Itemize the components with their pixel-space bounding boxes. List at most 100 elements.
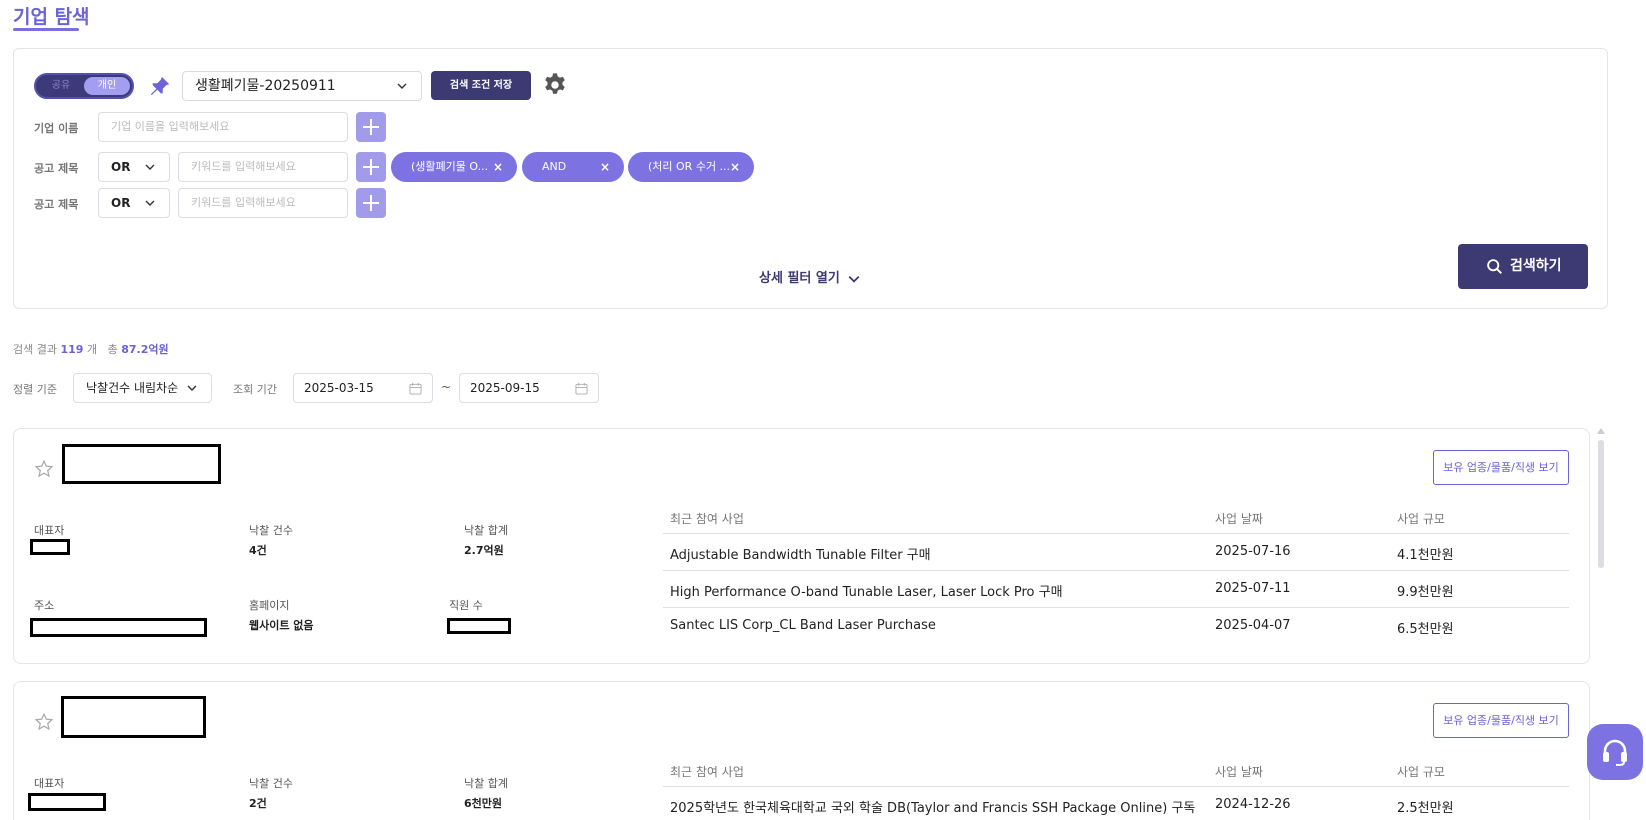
holdings-button[interactable]: 보유 업종/물품/직생 보기 bbox=[1433, 450, 1569, 485]
end-date-field[interactable]: 2025-09-15 bbox=[459, 373, 599, 403]
representative-label: 대표자 bbox=[34, 777, 65, 790]
redacted-address bbox=[30, 618, 207, 637]
recent-project-title: Santec LIS Corp_CL Band Laser Purchase bbox=[670, 618, 936, 633]
scrollbar-thumb[interactable] bbox=[1598, 440, 1604, 568]
representative-label: 대표자 bbox=[34, 524, 65, 537]
employees-label: 직원 수 bbox=[449, 599, 483, 612]
notice-title-label: 공고 제목 bbox=[34, 198, 79, 211]
keyword-input[interactable]: 키워드를 입력해보세요 bbox=[178, 188, 348, 218]
project-date-header: 사업 날짜 bbox=[1215, 512, 1263, 526]
recent-project-size: 6.5천만원 bbox=[1397, 622, 1454, 637]
scroll-up-arrow-icon[interactable] bbox=[1597, 428, 1605, 434]
results-total: 87.2억원 bbox=[121, 343, 169, 356]
divider bbox=[663, 533, 1569, 534]
keyword-chip[interactable]: AND × bbox=[522, 152, 624, 182]
title-underline bbox=[13, 28, 79, 31]
holdings-button[interactable]: 보유 업종/물품/직생 보기 bbox=[1433, 703, 1569, 738]
recent-project-date: 2025-07-11 bbox=[1215, 581, 1291, 596]
win-count-label: 낙찰 건수 bbox=[249, 524, 293, 537]
chevron-down-icon bbox=[848, 275, 860, 283]
keyword-chip[interactable]: (처리 OR 수거 ... × bbox=[628, 152, 754, 182]
win-total-label: 낙찰 합계 bbox=[464, 777, 508, 790]
close-icon[interactable]: × bbox=[600, 152, 610, 182]
sort-value: 낙찰건수 내림차순 bbox=[86, 381, 179, 395]
search-button[interactable]: 검색하기 bbox=[1458, 244, 1588, 289]
end-date-value: 2025-09-15 bbox=[470, 381, 540, 395]
recent-project-date: 2025-04-07 bbox=[1215, 618, 1291, 633]
win-total-value: 6천만원 bbox=[464, 797, 503, 810]
add-keyword-button[interactable] bbox=[356, 152, 386, 182]
company-explore-page: 기업 탐색 공유 개인 생활폐기물-20250911 검색 조건 저장 기업 이… bbox=[0, 0, 1646, 820]
recent-project-date: 2025-07-16 bbox=[1215, 544, 1291, 559]
company-name-label: 기업 이름 bbox=[34, 122, 79, 135]
homepage-label: 홈페이지 bbox=[249, 599, 290, 612]
redacted-representative bbox=[30, 539, 70, 555]
recent-project-date: 2024-12-26 bbox=[1215, 797, 1291, 812]
search-panel: 공유 개인 생활폐기물-20250911 검색 조건 저장 기업 이름 기업 이… bbox=[13, 48, 1608, 309]
period-label: 조회 기간 bbox=[233, 383, 277, 396]
chip-label: (처리 OR 수거 ... bbox=[648, 160, 731, 173]
win-total-value: 2.7억원 bbox=[464, 544, 504, 557]
date-range-separator: ~ bbox=[441, 380, 452, 394]
detail-filter-label: 상세 필터 열기 bbox=[759, 271, 840, 286]
results-prefix: 검색 결과 bbox=[13, 343, 57, 356]
recent-project-size: 2.5천만원 bbox=[1397, 801, 1454, 816]
search-button-label: 검색하기 bbox=[1510, 258, 1562, 274]
operator-value: OR bbox=[111, 196, 131, 210]
recent-projects-header: 최근 참여 사업 bbox=[670, 512, 744, 526]
start-date-field[interactable]: 2025-03-15 bbox=[293, 373, 433, 403]
company-name-placeholder: 기업 이름을 입력해보세요 bbox=[111, 120, 230, 133]
star-icon[interactable] bbox=[34, 712, 54, 736]
recent-projects-header: 최근 참여 사업 bbox=[670, 765, 744, 779]
plus-icon bbox=[363, 195, 379, 211]
recent-project-title: High Performance O-band Tunable Laser, L… bbox=[670, 585, 1063, 600]
star-icon[interactable] bbox=[34, 459, 54, 483]
keyword-chip[interactable]: (생활폐기물 O... × bbox=[391, 152, 517, 182]
keyword-placeholder: 키워드를 입력해보세요 bbox=[191, 196, 296, 209]
detail-filter-toggle[interactable]: 상세 필터 열기 bbox=[759, 267, 860, 286]
recent-project-title: 2025학년도 한국체육대학교 국외 학술 DB(Taylor and Fran… bbox=[670, 801, 1196, 816]
close-icon[interactable]: × bbox=[730, 152, 740, 182]
close-icon[interactable]: × bbox=[493, 152, 503, 182]
gear-icon[interactable] bbox=[541, 71, 569, 99]
divider bbox=[663, 786, 1569, 787]
chip-label: AND bbox=[542, 160, 567, 173]
chevron-down-icon bbox=[145, 164, 155, 170]
start-date-value: 2025-03-15 bbox=[304, 381, 374, 395]
pin-icon[interactable] bbox=[149, 75, 171, 97]
chevron-down-icon bbox=[187, 385, 197, 391]
divider bbox=[663, 607, 1569, 608]
address-label: 주소 bbox=[34, 599, 55, 612]
share-private-toggle[interactable]: 공유 개인 bbox=[34, 73, 134, 99]
plus-icon bbox=[363, 119, 379, 135]
add-company-button[interactable] bbox=[356, 112, 386, 142]
help-chat-button[interactable] bbox=[1587, 724, 1643, 780]
save-search-button[interactable]: 검색 조건 저장 bbox=[431, 71, 531, 100]
win-count-label: 낙찰 건수 bbox=[249, 777, 293, 790]
calendar-icon[interactable] bbox=[409, 382, 422, 395]
notice-title-label: 공고 제목 bbox=[34, 162, 79, 175]
recent-project-title: Adjustable Bandwidth Tunable Filter 구매 bbox=[670, 548, 931, 563]
search-icon bbox=[1487, 259, 1502, 274]
win-count-value: 2건 bbox=[249, 797, 267, 810]
calendar-icon[interactable] bbox=[575, 382, 588, 395]
toggle-option-shared[interactable]: 공유 bbox=[38, 77, 84, 95]
project-size-header: 사업 규모 bbox=[1397, 512, 1445, 526]
project-size-header: 사업 규모 bbox=[1397, 765, 1445, 779]
project-date-header: 사업 날짜 bbox=[1215, 765, 1263, 779]
results-total-label: 총 bbox=[107, 343, 118, 356]
operator-select[interactable]: OR bbox=[98, 188, 170, 218]
sort-select[interactable]: 낙찰건수 내림차순 bbox=[73, 373, 212, 403]
chevron-down-icon bbox=[145, 200, 155, 206]
saved-search-select[interactable]: 생활폐기물-20250911 bbox=[182, 71, 422, 101]
redacted-company-name bbox=[62, 444, 221, 484]
operator-select[interactable]: OR bbox=[98, 152, 170, 182]
add-keyword-button[interactable] bbox=[356, 188, 386, 218]
toggle-option-private[interactable]: 개인 bbox=[84, 77, 130, 95]
company-card: 보유 업종/물품/직생 보기 대표자 낙찰 건수 2건 낙찰 합계 6천만원 최… bbox=[13, 681, 1590, 820]
company-name-input[interactable]: 기업 이름을 입력해보세요 bbox=[98, 112, 348, 142]
win-total-label: 낙찰 합계 bbox=[464, 524, 508, 537]
chip-label: (생활폐기물 O... bbox=[411, 160, 489, 173]
recent-project-size: 9.9천만원 bbox=[1397, 585, 1454, 600]
keyword-input[interactable]: 키워드를 입력해보세요 bbox=[178, 152, 348, 182]
